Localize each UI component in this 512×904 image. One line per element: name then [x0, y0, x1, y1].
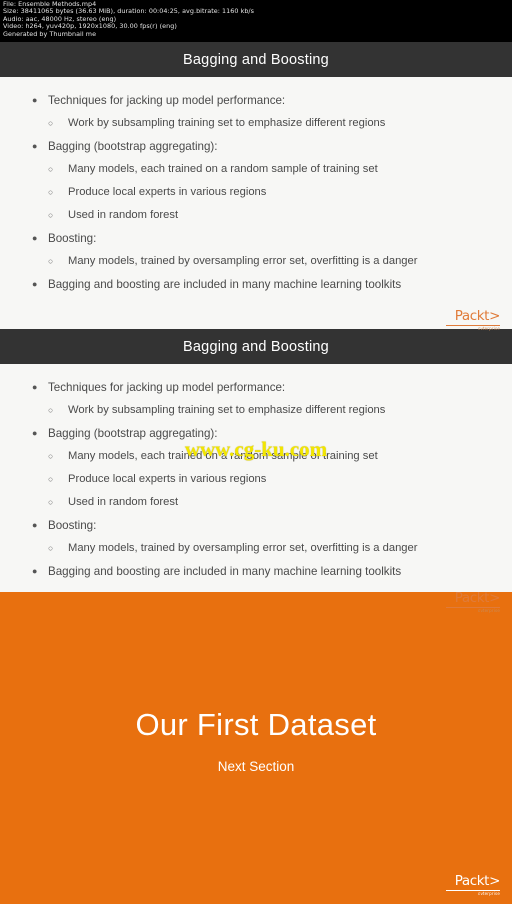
packt-logo-3: Packt> ενterprise [446, 875, 500, 896]
bullet-text: Boosting: [48, 232, 97, 245]
bullet-circle-icon: ○ [48, 474, 54, 484]
bullet-item: ● Boosting: [22, 227, 490, 250]
bullet-text: Many models, each trained on a random sa… [68, 450, 378, 462]
bullet-disc-icon: ● [32, 428, 38, 438]
bullet-item: ● Bagging and boosting are included in ma… [22, 273, 490, 296]
bullet-item: ○ Work by subsampling training set to emp… [22, 399, 490, 422]
slide-1-body: ● Techniques for jacking up model perform… [0, 77, 512, 296]
bullet-item: ○ Many models, trained by oversampling er… [22, 250, 490, 273]
slide-2-title-bar: Bagging and Boosting [0, 329, 512, 364]
packt-wordmark: Packt> [454, 590, 501, 606]
bullet-text: Techniques for jacking up model performa… [48, 381, 286, 394]
packt-tagline: ενterprise [478, 325, 500, 331]
slide-thumbnail-3-section[interactable]: Our First Dataset Next Section Packt> εν… [0, 592, 512, 904]
packt-tagline: ενterprise [478, 891, 500, 896]
bullet-item: ● Bagging (bootstrap aggregating): [22, 135, 490, 158]
packt-logo-2: Packt> ενterprise [446, 590, 501, 613]
bullet-item: ○ Produce local experts in various region… [22, 468, 490, 491]
bullet-item: ● Bagging and boosting are included in ma… [22, 560, 490, 583]
bullet-item: ● Techniques for jacking up model perform… [22, 376, 490, 399]
bullet-item: ● Techniques for jacking up model perform… [22, 89, 490, 112]
bullet-circle-icon: ○ [48, 210, 54, 220]
bullet-disc-icon: ● [32, 279, 38, 289]
slide-thumbnail-2[interactable]: Bagging and Boosting ● Techniques for jac… [0, 329, 512, 592]
slide-2-title: Bagging and Boosting [183, 338, 329, 355]
bullet-disc-icon: ● [32, 382, 38, 392]
bullet-circle-icon: ○ [48, 187, 54, 197]
bullet-circle-icon: ○ [48, 164, 54, 174]
bullet-text: Many models, each trained on a random sa… [68, 163, 378, 175]
bullet-disc-icon: ● [32, 141, 38, 151]
info-line-generator: Generated by Thumbnail me [3, 29, 97, 38]
bullet-text: Many models, trained by oversampling err… [68, 255, 418, 267]
bullet-disc-icon: ● [32, 95, 38, 105]
bullet-text: Bagging (bootstrap aggregating): [48, 140, 218, 153]
bullet-circle-icon: ○ [48, 451, 54, 461]
slide-2-body: ● Techniques for jacking up model perform… [0, 364, 512, 583]
bullet-text: Work by subsampling training set to emph… [68, 404, 386, 416]
video-info-bar: File: Ensemble Methods.mp4 Size: 3841106… [0, 0, 512, 42]
bullet-text: Produce local experts in various regions [68, 186, 267, 198]
packt-tagline: ενterprise [478, 607, 500, 613]
bullet-item: ○ Produce local experts in various region… [22, 181, 490, 204]
bullet-circle-icon: ○ [48, 256, 54, 266]
bullet-item: ○ Work by subsampling training set to emp… [22, 112, 490, 135]
thumbnail-sheet: File: Ensemble Methods.mp4 Size: 3841106… [0, 0, 512, 904]
bullet-circle-icon: ○ [48, 405, 54, 415]
packt-wordmark: Packt> [454, 308, 501, 324]
bullet-text: Bagging (bootstrap aggregating): [48, 427, 218, 440]
bullet-disc-icon: ● [32, 233, 38, 243]
bullet-disc-icon: ● [32, 566, 38, 576]
bullet-item: ○ Many models, each trained on a random s… [22, 445, 490, 468]
slide-2-bullet-list: ● Techniques for jacking up model perform… [22, 376, 490, 583]
bullet-disc-icon: ● [32, 520, 38, 530]
slide-1-title-bar: Bagging and Boosting [0, 42, 512, 77]
bullet-item: ○ Used in random forest [22, 491, 490, 514]
bullet-text: Boosting: [48, 519, 97, 532]
bullet-circle-icon: ○ [48, 497, 54, 507]
packt-wordmark: Packt> [454, 873, 501, 890]
section-title: Our First Dataset [135, 707, 377, 742]
slide-1-bullet-list: ● Techniques for jacking up model perform… [22, 89, 490, 296]
section-subtitle: Next Section [217, 759, 295, 774]
bullet-item: ○ Many models, trained by oversampling er… [22, 537, 490, 560]
slide-thumbnail-1[interactable]: Bagging and Boosting ● Techniques for jac… [0, 42, 512, 329]
bullet-text: Produce local experts in various regions [68, 473, 267, 485]
bullet-circle-icon: ○ [48, 118, 54, 128]
bullet-item: ○ Many models, each trained on a random s… [22, 158, 490, 181]
bullet-text: Bagging and boosting are included in man… [48, 278, 402, 291]
bullet-circle-icon: ○ [48, 543, 54, 553]
packt-logo-1: Packt> ενterprise [446, 308, 501, 331]
bullet-item: ● Bagging (bootstrap aggregating): [22, 422, 490, 445]
slide-1-title: Bagging and Boosting [183, 51, 329, 68]
bullet-text: Bagging and boosting are included in man… [48, 565, 402, 578]
bullet-text: Many models, trained by oversampling err… [68, 542, 418, 554]
bullet-text: Work by subsampling training set to emph… [68, 117, 386, 129]
bullet-item: ○ Used in random forest [22, 204, 490, 227]
bullet-text: Used in random forest [68, 496, 179, 508]
bullet-text: Techniques for jacking up model performa… [48, 94, 286, 107]
bullet-item: ● Boosting: [22, 514, 490, 537]
bullet-text: Used in random forest [68, 209, 179, 221]
